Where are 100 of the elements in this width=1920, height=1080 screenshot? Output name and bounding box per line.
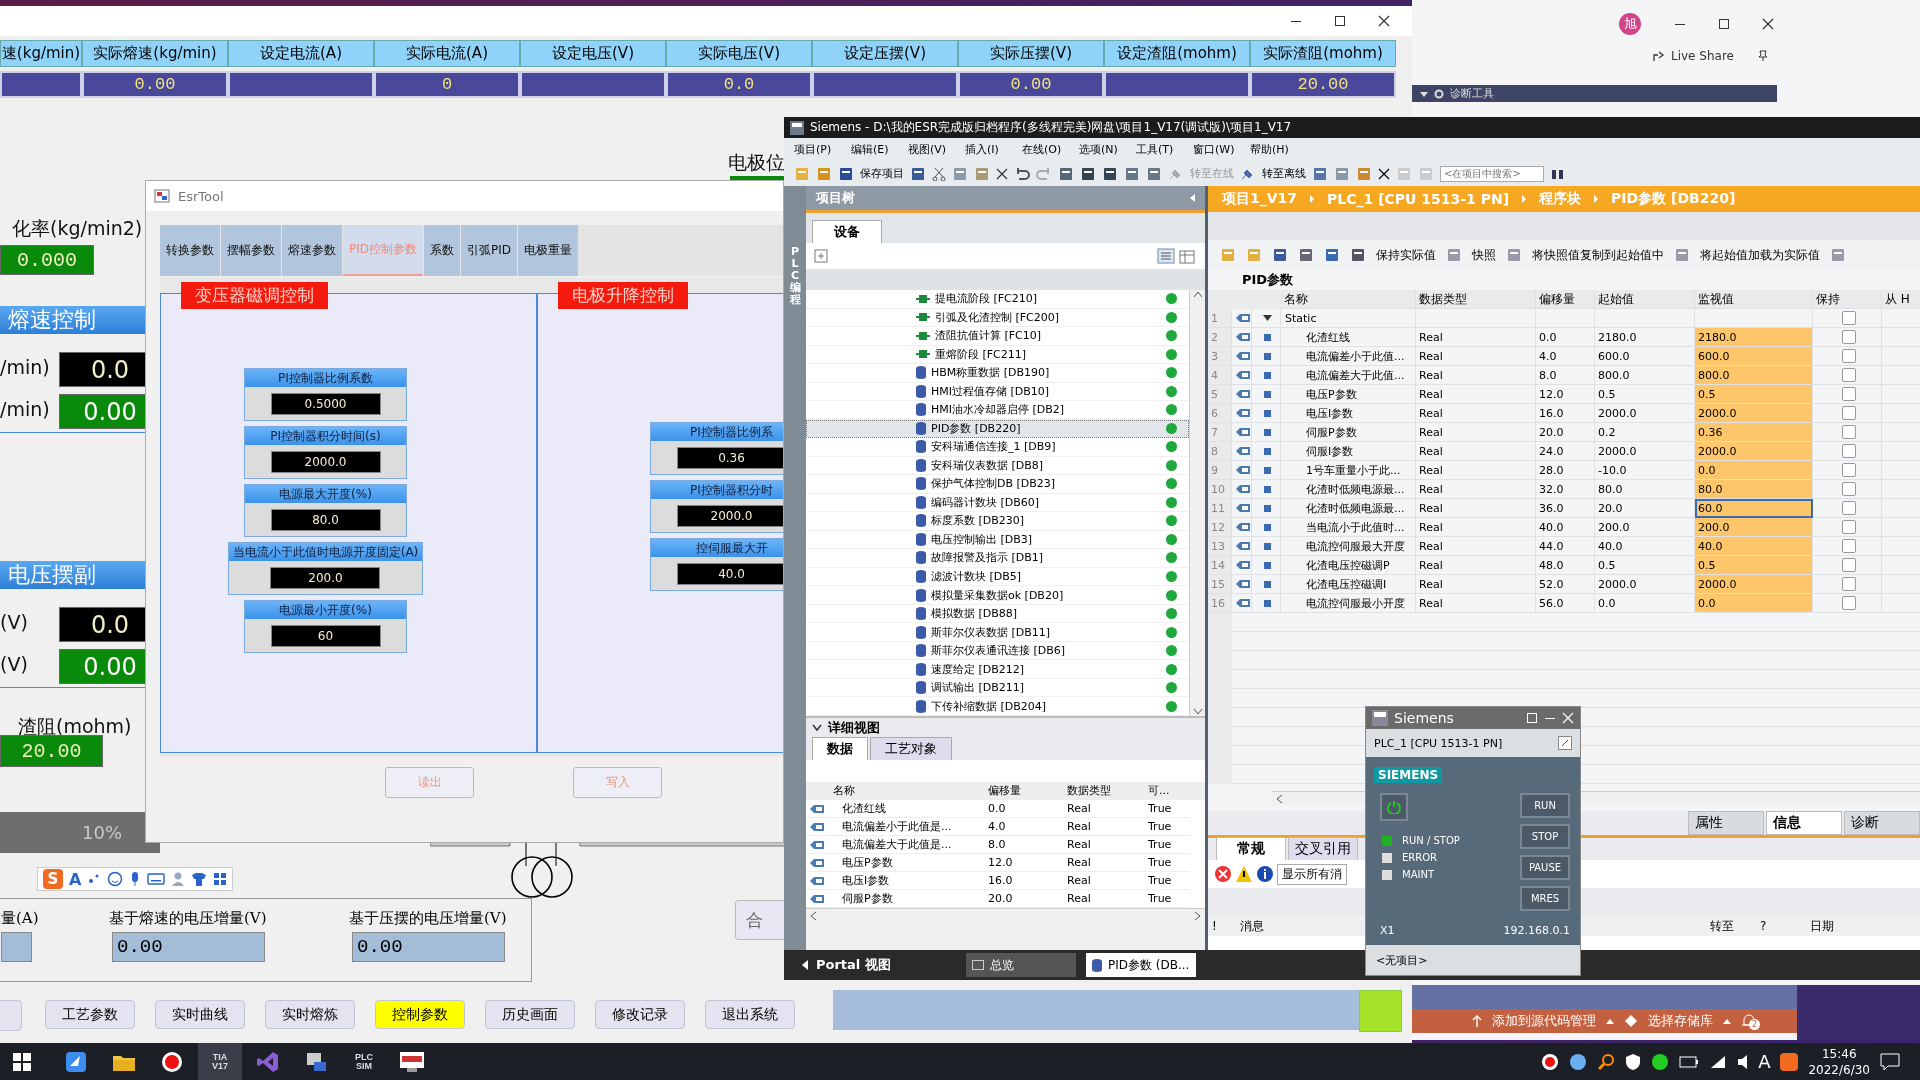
clock[interactable]: 15:46 2022/6/30 [1808,1045,1870,1078]
toolbar-button[interactable]: 保持实际值 [1376,246,1436,264]
user-avatar[interactable]: 旭 [1619,13,1641,35]
mode-button[interactable]: MRES [1520,886,1570,911]
nav-button[interactable]: 工艺参数 [45,1000,135,1029]
checkbox[interactable] [1841,520,1856,534]
value-field[interactable]: 0.5000 [270,393,381,415]
tab[interactable]: 数据 [812,737,868,760]
tab[interactable]: 属性 [1688,811,1764,835]
tab[interactable]: 常规 [1216,837,1286,860]
tab[interactable]: 诊断 [1844,811,1920,835]
tree-item[interactable]: 模拟量采集数据ok [DB20] [806,586,1189,605]
tab[interactable]: 转换参数 [160,225,220,276]
status-item[interactable]: 选择存储库 [1648,1012,1713,1030]
tree-item[interactable]: 模拟数据 [DB88] [806,604,1189,624]
value-field[interactable]: 0.36 [676,447,783,469]
tree-item[interactable]: 速度给定 [DB212] [806,660,1189,679]
value-field[interactable]: 0.00 [352,932,505,962]
tab[interactable]: 系数 [424,225,460,276]
monitor-cell[interactable]: 80.0 [1695,480,1813,499]
taskbar-app[interactable]: TIA V17 [198,1043,242,1080]
tree-item[interactable]: 下传补缩数据 [DB204] [806,697,1189,716]
monitor-cell[interactable]: 800.0 [1695,366,1813,385]
checkbox[interactable] [1841,406,1856,420]
monitor-cell[interactable]: 600.0 [1695,347,1813,366]
tree-item[interactable]: 编码器计数块 [DB60] [806,493,1189,513]
tab[interactable]: 交叉引用 [1288,837,1358,860]
checkbox[interactable] [1841,311,1856,325]
checkbox[interactable] [1841,463,1856,477]
value-field[interactable]: 80.0 [270,509,381,531]
tree-item[interactable]: 引弧及化渣控制 [FC200] [806,308,1189,328]
filter-dropdown[interactable]: 显示所有消 [1277,863,1347,885]
tree-item[interactable]: 调试输出 [DB211] [806,678,1189,698]
status-item[interactable]: 添加到源代码管理 [1492,1012,1596,1030]
taskbar-app[interactable]: PLC SIM [342,1043,386,1080]
monitor-cell[interactable]: 60.0 [1695,499,1813,518]
menu-item[interactable]: 在线(O) [1022,142,1079,157]
tree-item[interactable]: 安科瑞仪表数据 [DB8] [806,456,1189,476]
monitor-cell[interactable]: 0.5 [1695,556,1813,575]
live-share-button[interactable]: Live Share [1671,49,1734,63]
tab[interactable]: 引弧PID [461,225,518,276]
menu-item[interactable]: 窗口(W) [1193,142,1250,157]
tree-item[interactable]: 渣阻抗值计算 [FC10] [806,327,1189,346]
checkbox[interactable] [1841,425,1856,439]
tab[interactable]: 熔速参数 [282,225,342,276]
tab[interactable]: 设备 [812,220,882,243]
checkbox[interactable] [1841,387,1856,401]
toolbar-button[interactable]: 将快照值复制到起始值中 [1532,246,1664,264]
tree-item[interactable]: 安科瑞通信连接_1 [DB9] [806,438,1189,457]
expanded-icon[interactable] [1263,313,1272,323]
checkbox[interactable] [1841,558,1856,572]
nav-button[interactable]: 历史画面 [485,1000,575,1029]
monitor-cell[interactable]: 0.0 [1695,594,1813,613]
checkbox[interactable] [1841,444,1856,458]
value-field[interactable]: 2000.0 [676,505,783,527]
value-field[interactable]: 60 [270,625,381,647]
menu-item[interactable]: 帮助(H) [1250,142,1307,157]
tab[interactable]: 电极重量 [518,225,579,276]
editor-tab[interactable]: 总览 [966,953,1076,977]
tree-item[interactable]: HMI过程值存储 [DB10] [806,382,1189,402]
toolbar-button[interactable]: 将起始值加载为实际值 [1700,246,1820,264]
checkbox[interactable] [1841,482,1856,496]
checkbox[interactable] [1841,368,1856,382]
monitor-cell[interactable]: 2180.0 [1695,328,1813,347]
tree-item[interactable]: 重熔阶段 [FC211] [806,345,1189,365]
checkbox[interactable] [1841,349,1856,363]
tree-item[interactable]: 滤波计数块 [DB5] [806,567,1189,587]
monitor-cell[interactable]: 2000.0 [1695,575,1813,594]
tree-item[interactable]: 提电流阶段 [FC210] [806,290,1189,309]
mode-button[interactable]: PAUSE [1520,855,1570,880]
checkbox[interactable] [1841,577,1856,591]
monitor-cell[interactable]: 0.0 [1695,461,1813,480]
checkbox[interactable] [1841,330,1856,344]
scrollbar[interactable] [806,908,1205,922]
value-field[interactable]: 0.00 [112,932,265,962]
tab[interactable]: 工艺对象 [870,737,952,760]
tree-item[interactable]: 标度系数 [DB230] [806,512,1189,531]
checkbox[interactable] [1841,539,1856,553]
menu-item[interactable]: 项目(P) [794,142,851,157]
value-field[interactable] [1,932,32,962]
tab[interactable]: 摆幅参数 [221,225,281,276]
nav-button[interactable]: 实时熔炼 [265,1000,355,1029]
online-button[interactable]: 转至离线 [1262,166,1306,181]
menu-item[interactable]: 编辑(E) [851,142,908,157]
monitor-cell[interactable]: 0.36 [1695,423,1813,442]
tree-item[interactable]: HMI油水冷却器启停 [DB2] [806,401,1189,420]
power-button[interactable] [1380,793,1408,821]
save-project-button[interactable]: 保存项目 [860,166,904,181]
monitor-cell[interactable]: 2000.0 [1695,404,1813,423]
tree-item[interactable]: 斯菲尔仪表通讯连接 [DB6] [806,641,1189,661]
editor-tab[interactable]: PID参数 (DB... [1086,953,1196,977]
tree-item[interactable]: 故障报警及指示 [DB1] [806,549,1189,568]
tree-item[interactable]: HBM称重数据 [DB190] [806,364,1189,383]
ime-indicator[interactable]: A [1758,1051,1771,1072]
ime-mode[interactable]: A [69,869,82,889]
value-field[interactable]: 40.0 [676,563,783,585]
monitor-cell[interactable]: 0.5 [1695,385,1813,404]
tree-item[interactable]: 斯菲尔仪表数据 [DB11] [806,623,1189,642]
checkbox[interactable] [1841,596,1856,610]
monitor-cell[interactable]: 2000.0 [1695,442,1813,461]
